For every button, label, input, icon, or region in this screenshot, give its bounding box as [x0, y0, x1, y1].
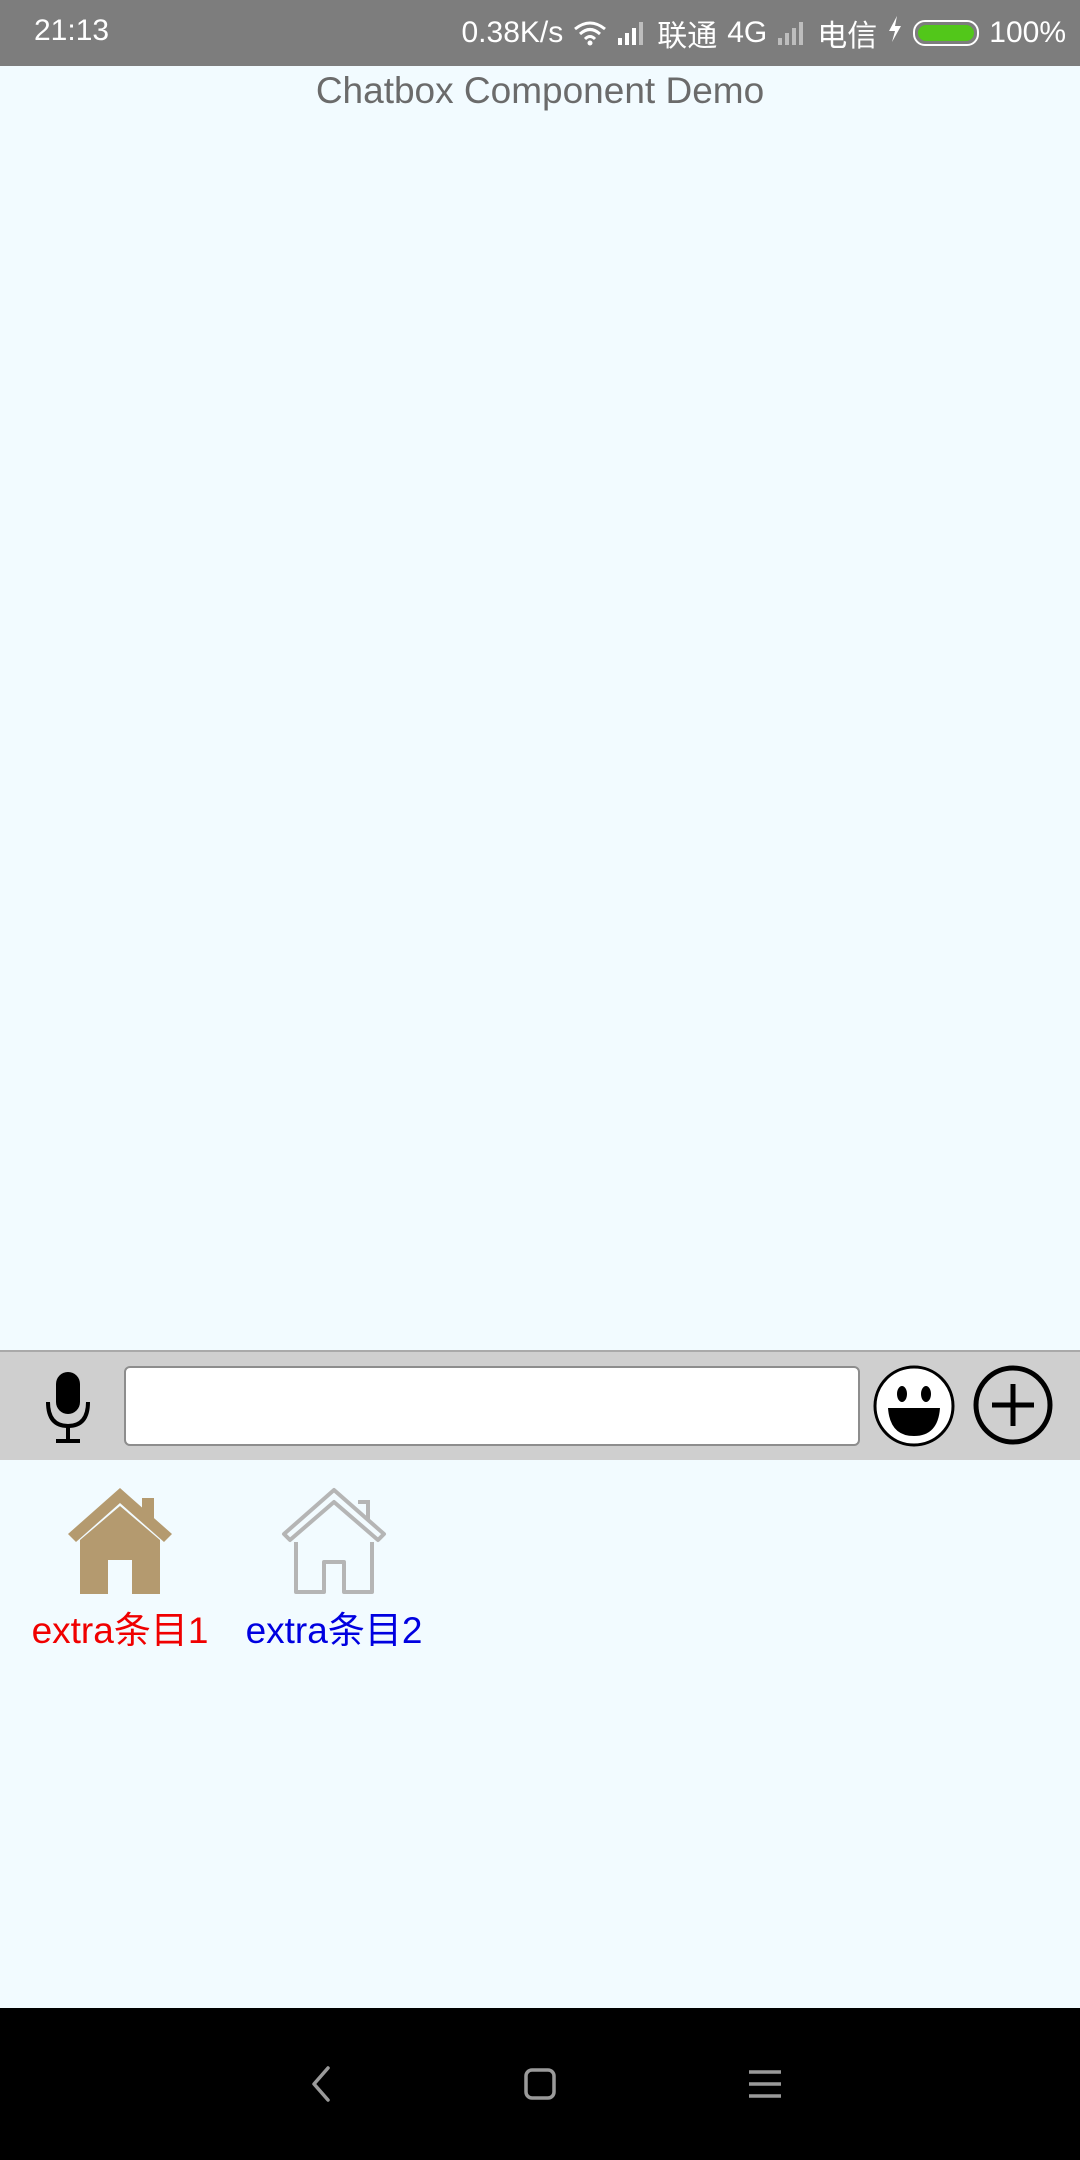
smiley-icon[interactable]: [872, 1364, 956, 1448]
house-outline-icon: [276, 1484, 392, 1596]
house-filled-icon: [62, 1484, 178, 1596]
extra-item-2-label: extra条目2: [245, 1610, 423, 1651]
home-icon[interactable]: [508, 2052, 572, 2116]
page-title: Chatbox Component Demo: [315, 70, 765, 111]
message-input[interactable]: [124, 1366, 860, 1446]
extra-item-1[interactable]: extra条目1: [20, 1484, 220, 1664]
extra-panel: extra条目1 extra条目2: [0, 1460, 1080, 2008]
chat-input-bar: [0, 1350, 1080, 1460]
network-speed: 0.38K/s: [461, 16, 564, 49]
chat-message-area[interactable]: [0, 126, 1080, 1350]
status-time: 21:13: [34, 14, 110, 47]
status-bar: 21:13 0.38K/s 联通 4G 电信 100%: [0, 0, 1080, 66]
carrier-2: 电信: [817, 20, 878, 53]
battery-icon: [913, 20, 980, 46]
extra-item-2[interactable]: extra条目2: [234, 1484, 434, 1664]
menu-icon[interactable]: [733, 2052, 797, 2116]
signal-icon-2: [777, 20, 807, 46]
battery-level-fill: [918, 25, 975, 41]
status-indicators: 0.38K/s 联通 4G 电信 100%: [461, 10, 1066, 56]
wifi-icon: [573, 20, 607, 46]
network-type: 4G: [727, 16, 768, 49]
navigation-bar: [0, 2008, 1080, 2160]
back-icon[interactable]: [290, 2052, 354, 2116]
carrier-1: 联通: [657, 20, 718, 53]
charging-icon: [887, 15, 903, 51]
extra-item-1-label: extra条目1: [31, 1610, 209, 1651]
plus-circle-icon[interactable]: [972, 1364, 1054, 1446]
signal-icon: [617, 20, 647, 46]
microphone-icon[interactable]: [36, 1370, 100, 1446]
battery-percent: 100%: [989, 16, 1066, 49]
